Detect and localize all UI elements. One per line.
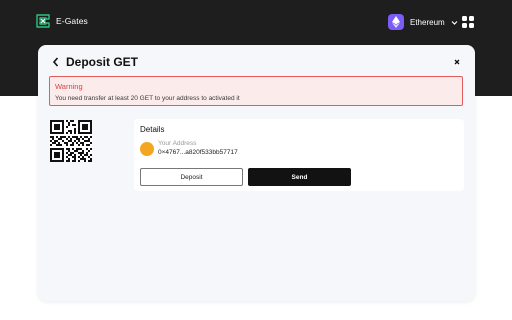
brand[interactable]: E-Gates	[36, 14, 88, 28]
brand-name: E-Gates	[56, 16, 88, 26]
close-icon[interactable]	[452, 57, 462, 67]
warning-banner: Warning You need transfer at least 20 GE…	[49, 76, 463, 106]
modal-title: Deposit GET	[66, 55, 139, 69]
details-title: Details	[140, 125, 165, 134]
address-value[interactable]: 0×4767...a820f533bb57717	[158, 149, 238, 156]
modal-header: Deposit GET	[38, 45, 475, 79]
avatar	[140, 142, 154, 156]
warning-title: Warning	[55, 82, 83, 91]
apps-cell	[469, 16, 474, 21]
apps-cell	[462, 16, 467, 21]
ethereum-icon	[388, 14, 404, 30]
chevron-left-icon[interactable]	[51, 56, 61, 68]
top-bar: E-Gates Ethereum	[0, 0, 512, 44]
apps-cell	[462, 23, 467, 28]
warning-message: You need transfer at least 20 GET to you…	[55, 95, 240, 102]
deposit-modal: Deposit GET Warning You need transfer at…	[38, 45, 475, 301]
send-button[interactable]: Send	[248, 168, 351, 186]
details-card: Details Your Address 0×4767...a820f533bb…	[134, 119, 464, 191]
e-gates-logo-icon	[36, 14, 50, 28]
address-label: Your Address	[158, 140, 197, 147]
deposit-button[interactable]: Deposit	[140, 168, 243, 186]
network-name: Ethereum	[410, 17, 445, 27]
network-selector[interactable]: Ethereum	[388, 14, 458, 30]
qr-code	[50, 120, 92, 162]
chevron-down-icon	[451, 20, 458, 25]
grid-apps-icon[interactable]	[462, 16, 474, 28]
apps-cell	[469, 23, 474, 28]
